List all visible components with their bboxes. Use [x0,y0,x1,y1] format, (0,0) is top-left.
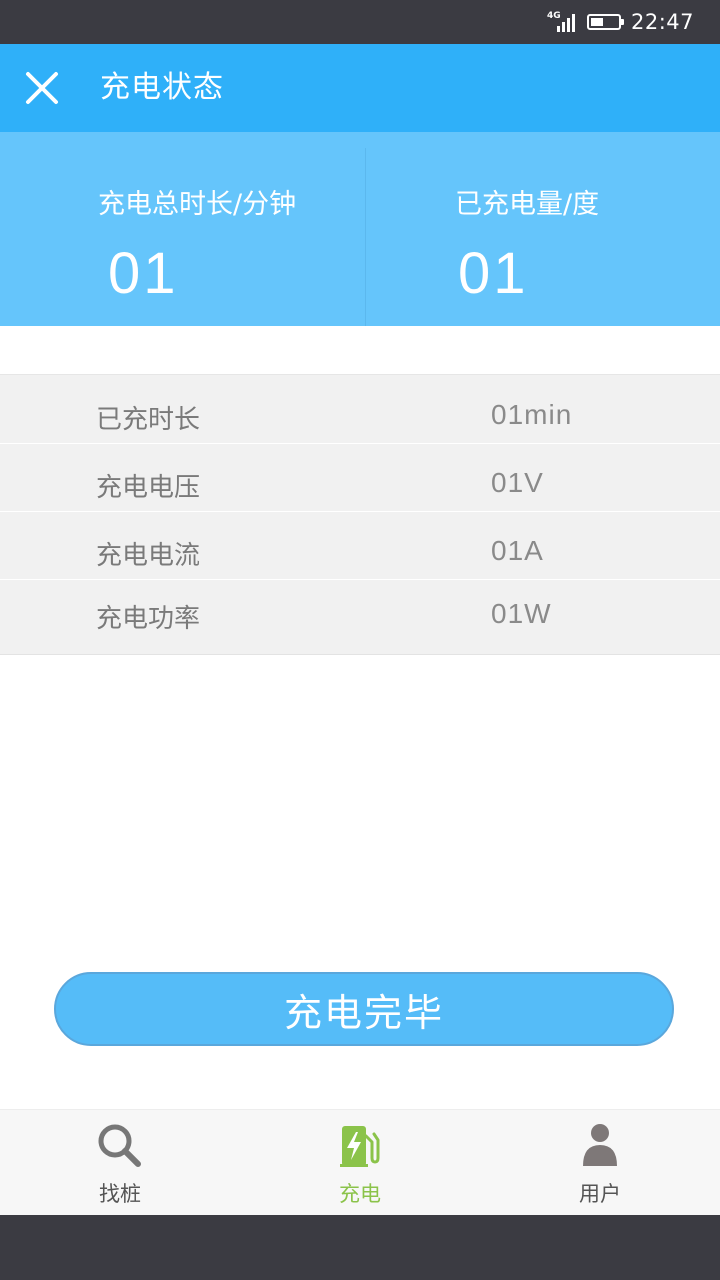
nav-label: 充电 [339,1182,381,1206]
detail-value: 01min [491,399,573,430]
close-button[interactable] [18,64,66,112]
total-time-label: 充电总时长/分钟 [98,189,297,220]
battery-fill [590,18,603,26]
detail-value: 01V [491,467,544,498]
close-icon [26,72,58,104]
total-time-value: 01 [108,241,179,306]
detail-row-power: 充电功率 01W [0,580,720,655]
nav-label: 找桩 [99,1182,141,1206]
status-bar: 4G 22:47 [0,0,720,44]
detail-label: 充电电流 [96,541,201,571]
finish-charging-button[interactable]: 充电完毕 [54,972,674,1046]
detail-label: 已充时长 [96,405,201,435]
nav-label: 用户 [579,1182,621,1206]
charging-summary: 充电总时长/分钟 01 已充电量/度 01 [0,132,720,326]
energy-label: 已充电量/度 [455,189,600,220]
network-type: 4G [546,11,561,21]
detail-row-voltage: 充电电压 01V [0,444,720,512]
charging-details: 已充时长 01min 充电电压 01V 充电电流 01A 充电功率 01W [0,374,720,655]
nav-item-find-pile[interactable]: 找桩 [0,1110,240,1216]
detail-label: 充电功率 [96,604,201,634]
app-bar: 充电状态 [0,44,720,132]
battery-icon [586,14,624,30]
page-title: 充电状态 [100,70,224,105]
search-icon [98,1124,141,1167]
signal-icon: 4G [547,9,577,35]
user-icon [583,1124,617,1166]
clock: 22:47 [630,10,694,34]
charging-station-icon [340,1126,380,1167]
system-nav-bar [0,1215,720,1280]
nav-item-user[interactable]: 用户 [480,1110,720,1216]
detail-row-duration: 已充时长 01min [0,375,720,444]
energy-value: 01 [458,241,529,306]
detail-row-current: 充电电流 01A [0,512,720,580]
status-indicators: 4G 22:47 [547,8,694,36]
bottom-nav: 找桩 充电 用户 [0,1109,720,1215]
detail-value: 01A [491,535,544,566]
summary-divider [365,148,366,326]
detail-value: 01W [491,598,552,629]
nav-item-charging[interactable]: 充电 [240,1110,480,1216]
detail-label: 充电电压 [96,473,201,503]
